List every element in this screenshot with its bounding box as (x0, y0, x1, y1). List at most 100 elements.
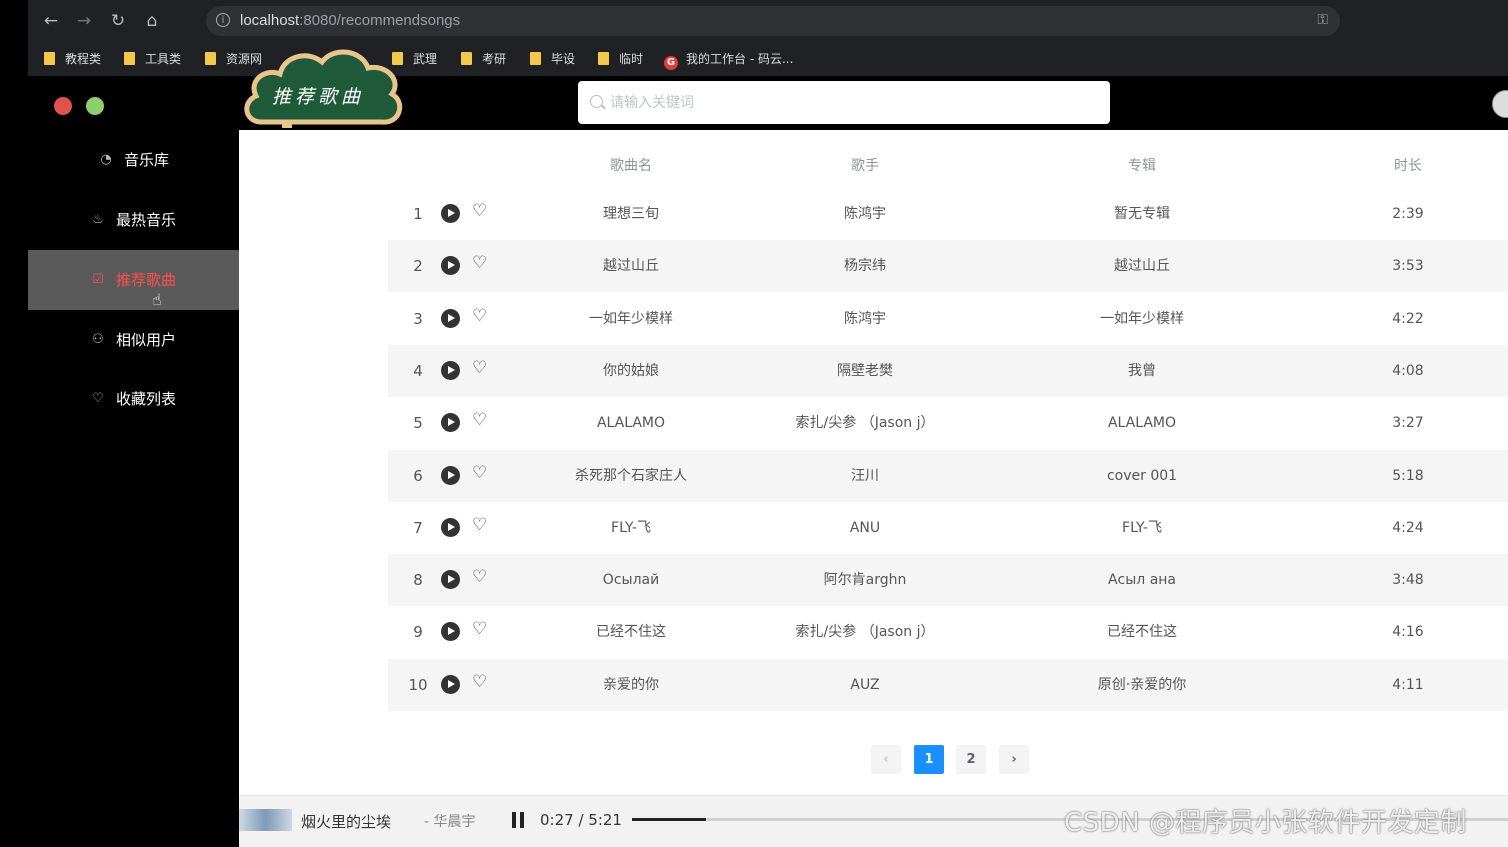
heart-icon[interactable]: ♡ (472, 358, 487, 378)
bookmark-item[interactable]: 考研 (461, 50, 506, 68)
song-name[interactable]: 理想三旬 (603, 188, 659, 240)
bookmark-item[interactable]: 毕设 (530, 50, 575, 68)
song-name[interactable]: 越过山丘 (603, 240, 659, 292)
song-name[interactable]: Осылай (603, 554, 659, 606)
song-album[interactable]: Асыл ана (1108, 554, 1176, 606)
close-dot-icon[interactable] (54, 97, 72, 115)
forward-icon[interactable]: → (73, 10, 95, 32)
heart-icon[interactable]: ♡ (472, 672, 487, 692)
play-icon[interactable] (441, 570, 460, 590)
back-icon[interactable]: ← (40, 10, 62, 32)
play-icon[interactable] (441, 256, 460, 276)
table-row[interactable]: 1 ♡ 理想三旬 陈鸿宇 暂无专辑 2:39 (388, 188, 1508, 240)
column-header-name[interactable]: 歌曲名 (610, 155, 652, 175)
song-album[interactable]: 我曾 (1128, 345, 1156, 397)
folder-icon (598, 52, 609, 65)
song-name[interactable]: 杀死那个石家庄人 (575, 450, 687, 502)
maximize-dot-icon[interactable] (86, 97, 104, 115)
bookmark-item[interactable]: 工具类 (124, 50, 181, 68)
sidebar-item-recommend[interactable]: ☑ 推荐歌曲 (28, 250, 239, 310)
heart-icon[interactable]: ♡ (472, 306, 487, 326)
song-album[interactable]: FLY-飞 (1122, 502, 1162, 554)
play-icon[interactable] (441, 308, 460, 328)
heart-icon[interactable]: ♡ (472, 201, 487, 221)
song-name[interactable]: 亲爱的你 (603, 659, 659, 711)
song-name[interactable]: ALALAMO (597, 397, 665, 449)
table-row[interactable]: 3 ♡ 一如年少模样 陈鸿宇 一如年少模样 4:22 (388, 293, 1508, 345)
song-artist[interactable]: 隔壁老樊 (837, 345, 893, 397)
sidebar-item-hot-music[interactable]: ♨ 最热音乐 (28, 190, 239, 250)
song-artist[interactable]: 汪川 (851, 450, 879, 502)
folder-icon (530, 52, 541, 65)
song-name[interactable]: 已经不住这 (596, 606, 666, 658)
pause-icon[interactable] (512, 812, 524, 828)
column-header-duration[interactable]: 时长 (1394, 155, 1422, 175)
song-artist[interactable]: 陈鸿宇 (844, 188, 886, 240)
column-header-artist[interactable]: 歌手 (851, 155, 879, 175)
song-album[interactable]: 暂无专辑 (1114, 188, 1170, 240)
song-album[interactable]: cover 001 (1107, 450, 1177, 502)
page-button-1[interactable]: 1 (914, 745, 944, 774)
play-icon[interactable] (441, 465, 460, 485)
now-playing-artist: - 华晨宇 (424, 814, 476, 830)
table-row[interactable]: 4 ♡ 你的姑娘 隔壁老樊 我曾 4:08 (388, 344, 1508, 397)
key-icon[interactable]: ⚿ (1317, 12, 1328, 28)
song-album[interactable]: 已经不住这 (1107, 606, 1177, 658)
song-artist[interactable]: ANU (850, 502, 880, 554)
table-row[interactable]: 10 ♡ 亲爱的你 AUZ 原创·亲爱的你 4:11 (388, 658, 1508, 711)
column-header-album[interactable]: 专辑 (1128, 155, 1156, 175)
song-artist[interactable]: 杨宗纬 (844, 240, 886, 292)
album-cover[interactable] (239, 809, 292, 831)
song-album[interactable]: 一如年少模样 (1100, 293, 1184, 345)
address-bar[interactable]: i localhost:8080/recommendsongs ⚿ (206, 6, 1340, 36)
table-row[interactable]: 6 ♡ 杀死那个石家庄人 汪川 cover 001 5:18 (388, 449, 1508, 502)
heart-icon[interactable]: ♡ (472, 515, 487, 535)
mouse-cursor-icon: ☝ (152, 290, 162, 309)
song-artist[interactable]: AUZ (850, 659, 879, 711)
play-icon[interactable] (441, 674, 460, 694)
prev-page-button[interactable]: ‹ (871, 745, 901, 774)
play-icon[interactable] (441, 413, 460, 433)
search-input[interactable] (608, 89, 1092, 117)
table-row[interactable]: 2 ♡ 越过山丘 杨宗纬 越过山丘 3:53 (388, 240, 1508, 293)
sidebar-item-similar-users[interactable]: ⚇ 相似用户 (28, 310, 239, 370)
sidebar-item-label: 相似用户 (116, 331, 177, 349)
sidebar-item-favorites[interactable]: ♡ 收藏列表 (28, 369, 239, 429)
song-artist[interactable]: 索扎/尖参 （Jason j） (796, 397, 935, 449)
song-name[interactable]: 你的姑娘 (603, 345, 659, 397)
gitee-icon: G (664, 56, 678, 70)
search-box[interactable] (578, 81, 1110, 124)
table-row[interactable]: 5 ♡ ALALAMO 索扎/尖参 （Jason j） ALALAMO 3:27 (388, 397, 1508, 449)
bookmark-item[interactable]: 临时 (598, 50, 643, 68)
song-name[interactable]: 一如年少模样 (589, 293, 673, 345)
song-album[interactable]: 原创·亲爱的你 (1098, 659, 1186, 711)
row-index: 9 (413, 623, 423, 642)
table-row[interactable]: 7 ♡ FLY-飞 ANU FLY-飞 4:24 (388, 502, 1508, 554)
table-row[interactable]: 9 ♡ 已经不住这 索扎/尖参 （Jason j） 已经不住这 4:16 (388, 606, 1508, 658)
sidebar-item-music-library[interactable]: ◔ 音乐库 (28, 130, 239, 190)
info-icon[interactable]: i (216, 13, 230, 27)
home-icon[interactable]: ⌂ (141, 10, 163, 32)
song-artist[interactable]: 索扎/尖参 （Jason j） (796, 606, 935, 658)
play-icon[interactable] (441, 622, 460, 642)
reload-icon[interactable]: ↻ (107, 10, 129, 32)
heart-icon[interactable]: ♡ (472, 567, 487, 587)
play-icon[interactable] (441, 204, 460, 223)
play-icon[interactable] (441, 360, 460, 380)
song-artist[interactable]: 陈鸿宇 (844, 293, 886, 345)
song-album[interactable]: ALALAMO (1108, 397, 1176, 449)
page-button-2[interactable]: 2 (956, 745, 986, 774)
heart-icon[interactable]: ♡ (472, 253, 487, 273)
table-row[interactable]: 8 ♡ Осылай 阿尔肯arghn Асыл ана 3:48 (388, 554, 1508, 607)
heart-icon[interactable]: ♡ (472, 619, 487, 639)
bookmark-item[interactable]: 教程类 (44, 50, 101, 68)
song-album[interactable]: 越过山丘 (1114, 240, 1170, 292)
song-name[interactable]: FLY-飞 (611, 502, 651, 554)
bookmark-item[interactable]: G 我的工作台 - 码云... (664, 50, 793, 70)
song-artist[interactable]: 阿尔肯arghn (824, 554, 907, 606)
heart-icon[interactable]: ♡ (472, 463, 487, 483)
song-duration: 5:18 (1392, 467, 1424, 484)
heart-icon[interactable]: ♡ (472, 410, 487, 430)
play-icon[interactable] (441, 517, 460, 537)
next-page-button[interactable]: › (999, 745, 1029, 774)
